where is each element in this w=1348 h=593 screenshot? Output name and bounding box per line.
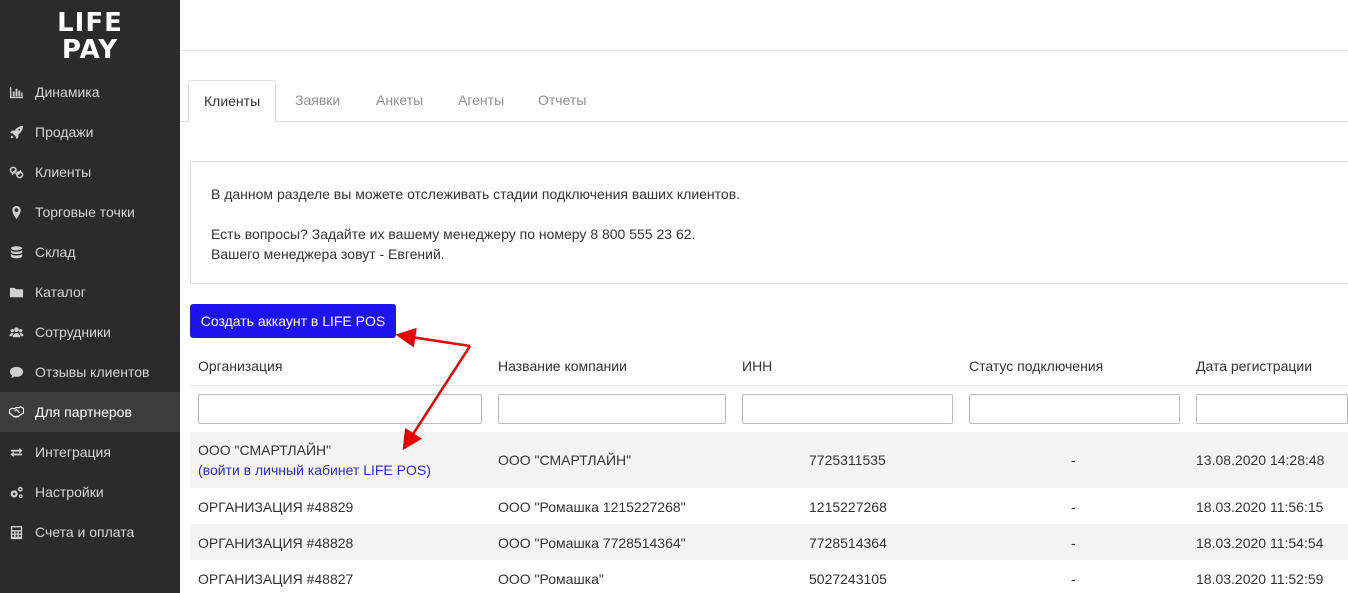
cell-status: - xyxy=(1071,452,1076,468)
info-text-questions: Есть вопросы? Задайте их вашему менеджер… xyxy=(211,226,696,242)
comments-icon xyxy=(8,364,24,380)
sidebar-item-label: Клиенты xyxy=(35,164,92,180)
login-cabinet-link[interactable]: (войти в личный кабинет LIFE POS) xyxy=(198,462,431,478)
column-header-registration-date[interactable]: Дата регистрации xyxy=(1196,358,1312,374)
sidebar-item-label: Для партнеров xyxy=(35,404,132,420)
cell-status: - xyxy=(1071,535,1076,551)
cell-status: - xyxy=(1071,499,1076,515)
column-header-inn[interactable]: ИНН xyxy=(742,358,772,374)
tab-agents[interactable]: Агенты xyxy=(458,80,504,122)
sidebar-item-label: Настройки xyxy=(35,484,104,500)
exchange-icon xyxy=(8,444,24,460)
sidebar-item-label: Каталог xyxy=(35,284,86,300)
table-row[interactable]: ОРГАНИЗАЦИЯ #48828 ООО "Ромашка 77285143… xyxy=(190,524,1348,560)
top-header xyxy=(180,0,1348,51)
cell-organization: ОРГАНИЗАЦИЯ #48827 xyxy=(198,571,354,587)
cell-organization: ООО "СМАРТЛАЙН" xyxy=(198,442,332,458)
sidebar-item-stores[interactable]: Торговые точки xyxy=(0,192,180,232)
cell-company-name: ООО "Ромашка" xyxy=(498,571,604,587)
column-header-company-name[interactable]: Название компании xyxy=(498,358,627,374)
cell-registration-date: 18.03.2020 11:54:54 xyxy=(1196,535,1324,551)
sidebar-item-reviews[interactable]: Отзывы клиентов xyxy=(0,352,180,392)
filter-registration-date-input[interactable] xyxy=(1196,394,1348,424)
sidebar-item-catalog[interactable]: Каталог xyxy=(0,272,180,312)
sidebar-item-partners[interactable]: Для партнеров xyxy=(0,392,180,432)
tab-reports[interactable]: Отчеты xyxy=(538,80,586,122)
table-row[interactable]: ОРГАНИЗАЦИЯ #48827 ООО "Ромашка" 5027243… xyxy=(190,560,1348,593)
sidebar-item-dynamics[interactable]: Динамика xyxy=(0,72,180,112)
sidebar-item-label: Счета и оплата xyxy=(35,524,135,540)
clients-table: Организация Название компании ИНН Статус… xyxy=(190,346,1348,587)
sidebar-item-label: Интеграция xyxy=(35,444,111,460)
cell-inn: 1215227268 xyxy=(809,499,887,515)
info-text-description: В данном разделе вы можете отслеживать с… xyxy=(211,186,741,202)
info-panel: В данном разделе вы можете отслеживать с… xyxy=(190,161,1348,284)
database-icon xyxy=(8,244,24,260)
filter-inn-input[interactable] xyxy=(742,394,953,424)
sidebar-nav: Динамика Продажи Клиенты Торговые точки … xyxy=(0,72,180,552)
table-row[interactable]: ООО "СМАРТЛАЙН" (войти в личный кабинет … xyxy=(190,432,1348,488)
tab-forms[interactable]: Анкеты xyxy=(376,80,423,122)
cell-registration-date: 18.03.2020 11:56:15 xyxy=(1196,499,1324,515)
info-text-manager: Вашего менеджера зовут - Евгений. xyxy=(211,246,445,262)
cell-company-name: ООО "Ромашка 7728514364" xyxy=(498,535,686,551)
logo-line1: LIFE xyxy=(57,8,123,38)
cell-inn: 5027243105 xyxy=(809,571,887,587)
cell-inn: 7728514364 xyxy=(809,535,887,551)
logo[interactable]: LIFE PAY xyxy=(0,10,180,64)
filter-organization-input[interactable] xyxy=(198,394,482,424)
bar-chart-icon xyxy=(8,84,24,100)
arrow-to-button xyxy=(395,327,471,348)
map-marker-icon xyxy=(8,204,24,220)
cell-organization: ОРГАНИЗАЦИЯ #48829 xyxy=(198,499,354,515)
calculator-icon xyxy=(8,524,24,540)
sidebar-item-employees[interactable]: Сотрудники xyxy=(0,312,180,352)
cell-company-name: ООО "Ромашка 1215227268" xyxy=(498,499,686,515)
tab-requests[interactable]: Заявки xyxy=(295,80,340,122)
rocket-icon xyxy=(8,124,24,140)
cell-company-name: ООО "СМАРТЛАЙН" xyxy=(498,452,632,468)
sidebar-item-sales[interactable]: Продажи xyxy=(0,112,180,152)
cell-registration-date: 18.03.2020 11:52:59 xyxy=(1196,571,1324,587)
logo-line2: PAY xyxy=(61,35,119,65)
create-account-button[interactable]: Создать аккаунт в LIFE POS xyxy=(190,304,396,338)
tab-bar: Клиенты Заявки Анкеты Агенты Отчеты xyxy=(180,80,1348,122)
cell-registration-date: 13.08.2020 14:28:48 xyxy=(1196,452,1325,468)
sidebar-item-label: Динамика xyxy=(35,84,100,100)
cell-inn: 7725311535 xyxy=(809,452,886,468)
sidebar: LIFE PAY Динамика Продажи Клиенты Торгов… xyxy=(0,0,180,593)
filter-status-input[interactable] xyxy=(969,394,1180,424)
sidebar-item-label: Сотрудники xyxy=(35,324,111,340)
gears-icon xyxy=(8,484,24,500)
cell-status: - xyxy=(1071,571,1076,587)
column-header-organization[interactable]: Организация xyxy=(198,358,282,374)
sidebar-item-settings[interactable]: Настройки xyxy=(0,472,180,512)
handshake-icon xyxy=(8,404,24,420)
sidebar-item-label: Торговые точки xyxy=(35,204,135,220)
folder-icon xyxy=(8,284,24,300)
tab-clients[interactable]: Клиенты xyxy=(188,80,277,122)
sidebar-item-clients[interactable]: Клиенты xyxy=(0,152,180,192)
sidebar-item-label: Склад xyxy=(35,244,76,260)
sidebar-item-label: Продажи xyxy=(35,124,94,140)
sidebar-item-integration[interactable]: Интеграция xyxy=(0,432,180,472)
table-header: Организация Название компании ИНН Статус… xyxy=(190,346,1348,386)
sidebar-item-label: Отзывы клиентов xyxy=(35,364,150,380)
link-icon xyxy=(8,164,24,180)
cell-organization: ОРГАНИЗАЦИЯ #48828 xyxy=(198,535,354,551)
sidebar-item-billing[interactable]: Счета и оплата xyxy=(0,512,180,552)
table-row[interactable]: ОРГАНИЗАЦИЯ #48829 ООО "Ромашка 12152272… xyxy=(190,488,1348,524)
users-icon xyxy=(8,324,24,340)
filter-company-name-input[interactable] xyxy=(498,394,726,424)
sidebar-item-warehouse[interactable]: Склад xyxy=(0,232,180,272)
column-header-status[interactable]: Статус подключения xyxy=(969,358,1103,374)
